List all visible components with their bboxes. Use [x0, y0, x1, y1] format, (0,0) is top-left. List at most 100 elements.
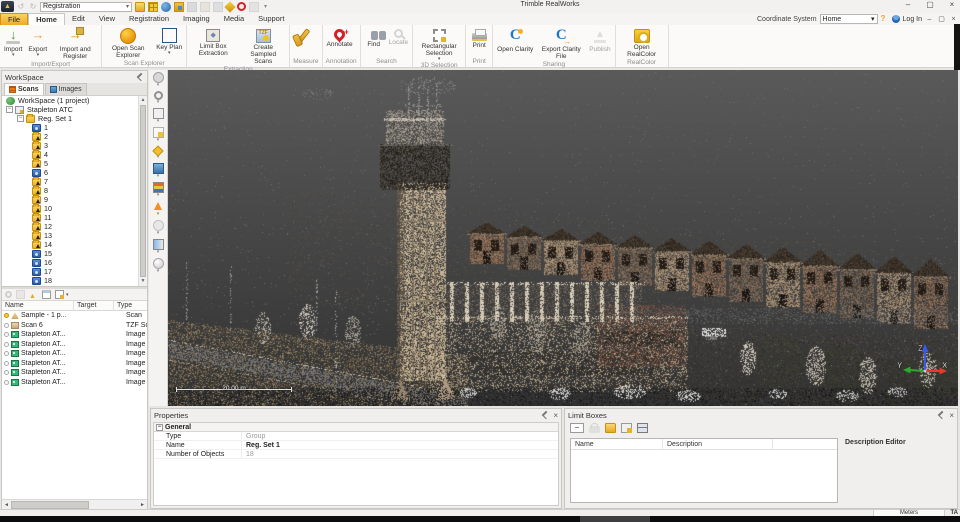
menu-tab[interactable]: Edit	[65, 13, 92, 25]
list-item[interactable]: Stapleton AT... Image - M...	[2, 368, 147, 378]
column-header-description[interactable]: Description	[663, 439, 773, 449]
visibility-bulb-icon[interactable]	[4, 379, 9, 385]
tree-item[interactable]: 4	[2, 149, 147, 159]
list-item[interactable]: Sample - 1 p... Scan	[2, 311, 147, 321]
view-toolbar-button[interactable]: ▾	[152, 72, 164, 88]
limit-boxes-toolbar-icon[interactable]	[637, 423, 648, 433]
chevron-down-icon[interactable]: ▾	[66, 292, 69, 298]
doc-minimize-icon[interactable]: –	[925, 16, 934, 23]
login-button[interactable]: Log In	[903, 16, 922, 23]
limit-boxes-toolbar-icon[interactable]	[570, 423, 584, 433]
tree-item[interactable]: 12	[2, 221, 147, 231]
tree-item[interactable]: WorkSpace (1 project)	[2, 96, 147, 105]
ribbon-button[interactable]: Open Clarity ▾	[494, 26, 536, 53]
tree-item[interactable]: 18	[2, 276, 147, 285]
ribbon-button[interactable]: Annotate ▾	[324, 26, 356, 48]
scroll-right-icon[interactable]: ►	[138, 502, 147, 508]
tree-item[interactable]: 7	[2, 176, 147, 186]
workflow-select[interactable]: Registration ▾	[40, 1, 132, 12]
ribbon-button[interactable]: Export ▾	[25, 26, 50, 58]
column-header-target[interactable]: Target	[74, 301, 114, 310]
ribbon-button[interactable]: Key Plan ▾	[153, 26, 185, 56]
visibility-bulb-icon[interactable]	[4, 322, 9, 328]
limit-boxes-toolbar-icon[interactable]	[589, 422, 600, 433]
visibility-bulb-icon[interactable]	[4, 341, 9, 347]
tree-item[interactable]: Reg. Set 1	[2, 113, 147, 123]
quick-access-icon[interactable]	[135, 1, 145, 12]
ribbon-button[interactable]: Export Clarity File ▾	[536, 26, 586, 60]
quick-access-icon[interactable]	[262, 2, 272, 12]
view-toolbar-button[interactable]: ▾	[153, 91, 163, 105]
ribbon-button[interactable]: Open RealColor ▾	[617, 26, 667, 58]
scroll-thumb[interactable]	[11, 500, 89, 509]
quick-access-icon[interactable]	[213, 1, 223, 12]
maximize-icon[interactable]	[924, 0, 936, 9]
close-icon[interactable]	[949, 411, 954, 420]
quick-access-icon[interactable]	[200, 1, 210, 12]
coordinate-system-select[interactable]: Home ▾	[819, 14, 878, 24]
tree-item[interactable]: 11	[2, 212, 147, 222]
tree-item[interactable]: 9	[2, 194, 147, 204]
menu-tab[interactable]: Imaging	[176, 13, 217, 25]
ribbon-button[interactable]: Locate ▾	[386, 26, 412, 46]
workspace-tab[interactable]: Images	[44, 83, 87, 95]
column-header-name[interactable]: Name	[2, 301, 74, 310]
tree-item[interactable]: 5	[2, 158, 147, 168]
list-item[interactable]: Stapleton AT... Image - M...	[2, 330, 147, 340]
tree-item[interactable]: 15	[2, 249, 147, 258]
view-toolbar-button[interactable]: ▾	[152, 127, 164, 143]
visibility-bulb-icon[interactable]	[4, 351, 9, 357]
point-cloud-canvas[interactable]	[168, 70, 958, 406]
column-header-name[interactable]: Name	[571, 439, 663, 449]
limit-boxes-toolbar-icon[interactable]	[605, 423, 616, 433]
view-toolbar-button[interactable]: ▾	[152, 108, 164, 124]
tree-scrollbar[interactable]: ▲ ▼	[138, 96, 147, 286]
tree-item[interactable]: 10	[2, 203, 147, 213]
menu-tab[interactable]: File	[0, 13, 29, 25]
list-toolbar-icon[interactable]	[5, 291, 12, 298]
tree-item[interactable]: 6	[2, 168, 147, 177]
tree-expander-icon[interactable]	[6, 106, 13, 113]
column-header-type[interactable]: Type	[114, 301, 147, 310]
workspace-tab[interactable]: Scans	[4, 83, 44, 95]
menu-tab[interactable]: Media	[217, 13, 251, 25]
scroll-thumb[interactable]	[140, 105, 146, 277]
list-item[interactable]: Stapleton AT... Image - M...	[2, 349, 147, 359]
properties-section-row[interactable]: General	[154, 423, 558, 432]
view-toolbar-button[interactable]: ▾	[152, 258, 164, 274]
scroll-down-icon[interactable]: ▼	[139, 277, 147, 286]
visibility-bulb-icon[interactable]	[4, 313, 9, 319]
menu-tab[interactable]: Support	[251, 13, 291, 25]
tree-item[interactable]: 8	[2, 185, 147, 195]
3d-viewport[interactable]: 20.00 m Z Y X	[168, 70, 958, 406]
ribbon-button[interactable]: Import ▾	[1, 26, 25, 58]
view-toolbar-button[interactable]: ▾	[152, 182, 164, 198]
ribbon-button[interactable]: Find ▾	[362, 26, 387, 48]
view-toolbar-button[interactable]: ▾	[152, 239, 164, 255]
pin-icon[interactable]	[938, 410, 947, 420]
help-icon[interactable]	[881, 15, 889, 23]
tree-item[interactable]: 17	[2, 267, 147, 276]
property-row[interactable]: Name Reg. Set 1	[154, 441, 558, 450]
undo-icon[interactable]: ↺	[16, 2, 26, 11]
pin-icon[interactable]	[542, 410, 551, 420]
quick-access-icon[interactable]	[161, 1, 171, 12]
list-toolbar-icon[interactable]	[29, 290, 38, 299]
tree-item[interactable]: Stapleton ATC	[2, 105, 147, 114]
close-icon[interactable]	[553, 411, 558, 420]
view-toolbar-button[interactable]: ▾	[152, 220, 164, 236]
ribbon-button[interactable]: Import and Register ▾	[50, 26, 100, 60]
ribbon-button[interactable]: Print ▾	[467, 26, 491, 49]
list-toolbar-icon[interactable]	[42, 290, 51, 299]
view-toolbar-button[interactable]: ▾	[152, 163, 164, 179]
quick-access-icon[interactable]	[249, 1, 259, 12]
tree-item[interactable]: 13	[2, 230, 147, 240]
list-item[interactable]: Stapleton AT... Image - M...	[2, 359, 147, 369]
quick-access-icon[interactable]	[174, 1, 184, 12]
close-icon[interactable]	[946, 0, 958, 9]
tree-expander-icon[interactable]	[17, 115, 24, 122]
view-toolbar-button[interactable]: ▾	[152, 145, 164, 160]
visibility-bulb-icon[interactable]	[4, 332, 9, 338]
pin-icon[interactable]	[136, 72, 146, 82]
limit-boxes-toolbar-icon[interactable]	[621, 423, 632, 433]
